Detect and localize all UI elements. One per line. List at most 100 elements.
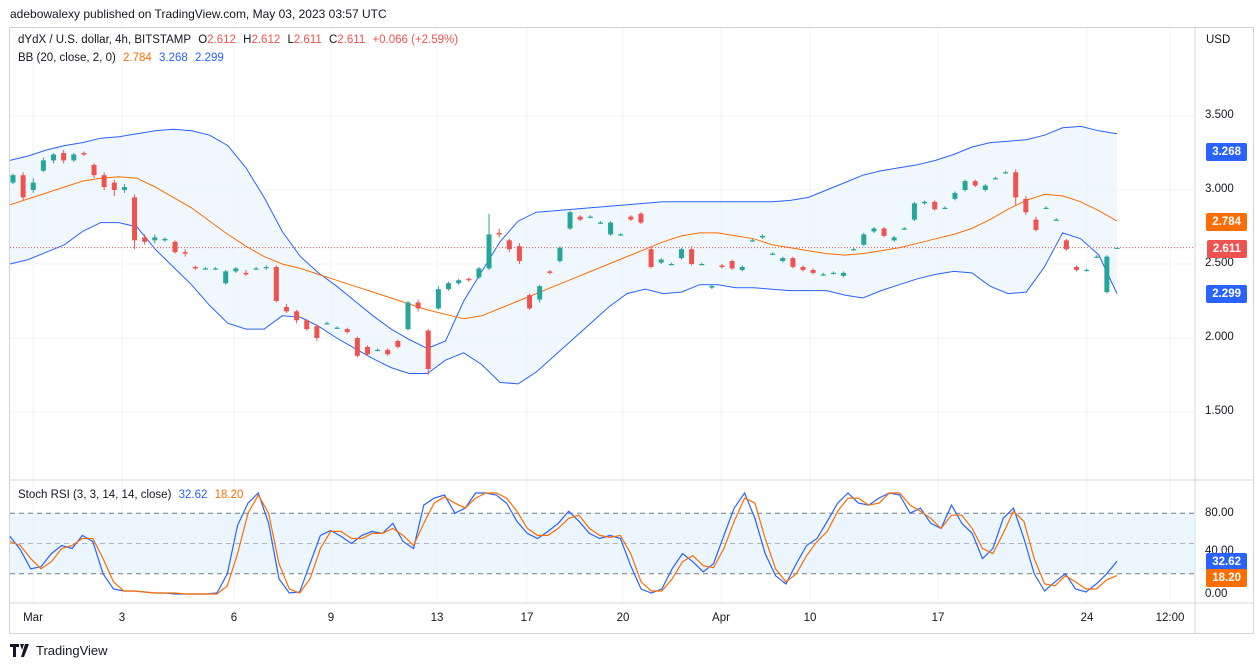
candle [729,259,735,270]
candle-body [496,232,502,235]
stoch-band-fill [10,513,1195,574]
candle [881,227,887,238]
price-tick: 1.500 [1205,405,1234,417]
candle-body [557,247,563,262]
candle [425,329,431,375]
time-tick: Apr [712,612,730,624]
candle-body [729,261,735,269]
bb-basis-value: 2.784 [123,52,152,64]
stoch-tick: 0.00 [1205,588,1228,600]
candle-body [922,201,928,204]
candle-body [233,268,239,272]
time-tick: 9 [327,612,335,624]
candle [638,212,644,225]
candle-body [770,253,776,255]
tradingview-footer[interactable]: TradingView [10,643,108,658]
candle-body [30,182,36,190]
candle [415,299,421,312]
candle-body [699,264,705,266]
candle-body [81,153,87,155]
tradingview-brand: TradingView [36,643,108,658]
price-tick: 3.000 [1205,183,1234,195]
candle [648,246,654,269]
candle-body [385,349,391,355]
candle-body [132,197,138,241]
candle-body [628,216,634,220]
candle [1073,265,1079,272]
time-tick: 10 [803,612,817,624]
candle [1094,255,1100,259]
time-tick: 12:00 [1155,612,1185,624]
candle-body [283,306,289,312]
candle-body [71,154,77,161]
price-tick: 2.500 [1205,257,1234,269]
candle-body [486,234,492,269]
candle-body [689,249,695,264]
candle-body [820,274,826,276]
candle-body [61,153,67,161]
candle [790,256,796,269]
candle [223,269,229,285]
candle-body [253,268,259,270]
candle-body [648,249,654,267]
candle-body [618,234,624,236]
candle [709,284,715,290]
candle-body [962,181,968,190]
candle [476,266,482,279]
candle-body [992,178,998,180]
candle-body [506,240,512,250]
candle-body [608,222,614,235]
symbol-title[interactable]: dYdX / U.S. dollar, 4h, BITSTAMP [18,34,191,46]
candle [962,179,968,192]
candle [364,345,370,356]
candle-body [344,329,350,333]
candle-body [1063,240,1069,250]
currency-label[interactable]: USD [1206,34,1230,46]
candle-body [932,201,938,210]
time-tick: 17 [931,612,945,624]
stoch-tick: 80.00 [1205,507,1234,519]
stoch-label[interactable]: Stoch RSI (3, 3, 14, 14, close) [18,489,171,501]
candle-body [51,154,57,161]
last-price-badge: 2.611 [1206,240,1247,258]
candle-body [223,271,229,284]
candle-body [395,340,401,347]
candle-body [101,175,107,188]
candle [496,228,502,238]
bb-band-fill [10,126,1117,384]
tradingview-logo-icon [10,644,29,657]
candle-body [1094,256,1100,258]
candle [354,336,360,358]
candle-body [861,234,867,245]
candle [1063,238,1069,251]
candle-body [537,286,543,300]
bb-upper-value: 3.268 [158,52,188,64]
bb-label[interactable]: BB (20, close, 2, 0) [18,52,116,64]
candle-body [1084,269,1090,272]
candle-body [972,181,978,186]
candle-body [1013,172,1019,198]
candle-body [668,264,674,266]
ohlc-close: C2.611 [328,34,366,46]
candle-body [435,289,441,309]
candle-body [304,320,310,330]
candle-body [638,213,644,223]
candle-body [91,164,97,176]
candle-body [40,160,46,171]
candle-body [749,240,755,242]
price-legend: dYdX / U.S. dollar, 4h, BITSTAMP O2.612 … [18,34,462,46]
candle-body [192,266,198,269]
candle-body [142,237,148,242]
stoch-legend: Stoch RSI (3, 3, 14, 14, close) 32.62 18… [18,489,247,501]
candle-body [942,207,948,209]
candle-body [202,268,208,270]
candle [456,278,462,285]
candle-body [851,249,857,251]
candle-body [830,272,836,275]
candle-body [952,192,958,199]
candle [861,232,867,247]
ohlc-open: O2.612 [198,34,236,46]
ohlc-high: H2.612 [243,34,281,46]
time-tick: Mar [23,612,43,624]
bb-legend: BB (20, close, 2, 0) 2.784 3.268 2.299 [18,52,228,64]
